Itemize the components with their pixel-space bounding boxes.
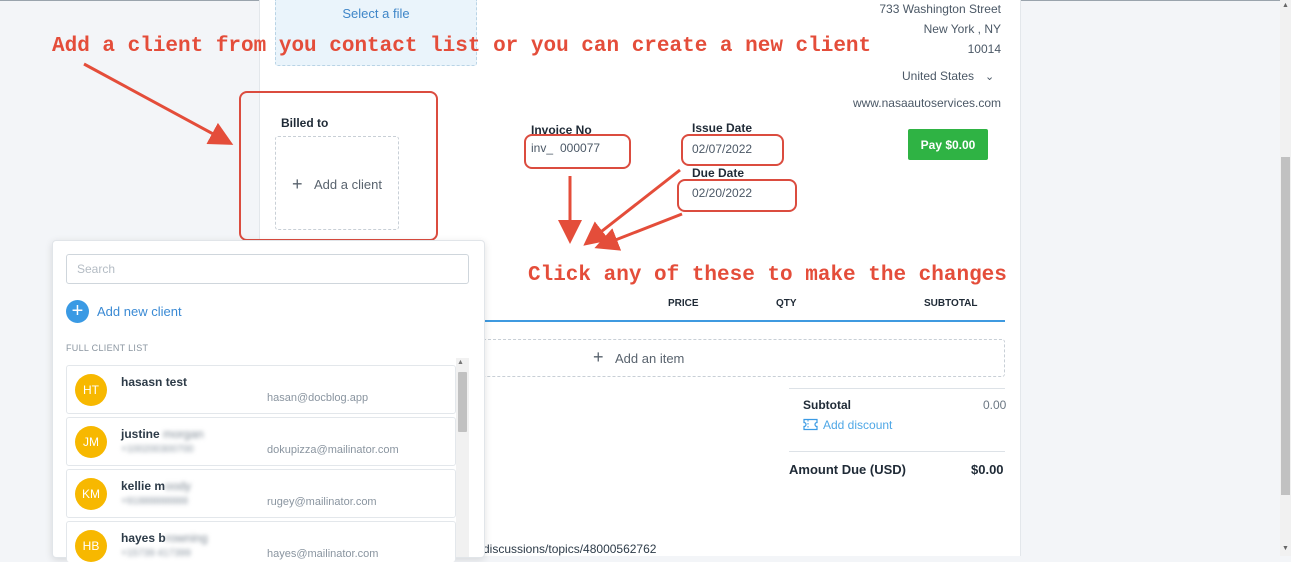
avatar: HB	[75, 530, 107, 562]
amount-due-value: $0.00	[971, 462, 1004, 477]
select-file-link[interactable]: Select a file	[276, 6, 476, 21]
client-first-name: hayes b	[121, 531, 166, 545]
add-item-button[interactable]: + Add an item	[483, 339, 1005, 377]
client-last-name: oody	[165, 479, 192, 493]
ticket-icon[interactable]	[803, 418, 818, 431]
client-search-input[interactable]	[66, 254, 469, 284]
client-phone: +15739 417399	[121, 548, 191, 559]
invoice-prefix[interactable]: inv_	[531, 141, 553, 155]
website[interactable]: www.nasaautoservices.com	[853, 96, 1001, 110]
table-header-divider	[483, 320, 1005, 322]
avatar: JM	[75, 426, 107, 458]
client-row-2[interactable]: KM kellie moody +91888888888 rugey@maili…	[66, 469, 456, 518]
add-discount-link[interactable]: Add discount	[823, 418, 892, 432]
client-last-name: morgan	[163, 427, 204, 441]
summary-divider-bottom	[789, 451, 1005, 452]
page-scroll-up-icon[interactable]: ▲	[1282, 2, 1289, 9]
page-scroll-down-icon[interactable]: ▼	[1282, 545, 1289, 552]
subtotal-label: Subtotal	[803, 398, 851, 412]
client-list-scroll-thumb[interactable]	[458, 372, 467, 432]
amount-due-label: Amount Due (USD)	[789, 462, 906, 477]
billed-to-label: Billed to	[281, 116, 329, 130]
add-client-label: Add a client	[314, 177, 382, 192]
client-name: justine morgan	[121, 427, 204, 441]
client-row-1[interactable]: JM justine morgan +100200300700 dokupizz…	[66, 417, 456, 466]
client-phone: +91888888888	[121, 496, 189, 507]
client-first-name: justine	[121, 427, 160, 441]
subtotal-value: 0.00	[983, 398, 1007, 412]
address-line1[interactable]: 733 Washington Street	[879, 2, 1001, 16]
client-name: hayes browning	[121, 531, 208, 545]
client-name: hasasn test	[121, 375, 187, 389]
country-select[interactable]: United States	[902, 69, 974, 83]
column-price: PRICE	[668, 298, 699, 309]
address-city[interactable]: New York , NY	[924, 22, 1001, 36]
footer-link[interactable]: discussions/topics/48000562762	[483, 542, 656, 556]
summary-divider-top	[789, 388, 1005, 389]
add-client-button[interactable]: + Add a client	[275, 136, 399, 230]
invoice-number-input[interactable]: 000077	[560, 141, 600, 155]
avatar: KM	[75, 478, 107, 510]
due-date-label: Due Date	[692, 166, 745, 180]
client-email: rugey@mailinator.com	[267, 496, 377, 508]
page-scroll-thumb[interactable]	[1281, 157, 1290, 495]
client-phone: +100200300700	[121, 444, 194, 455]
pay-button[interactable]: Pay $0.00	[908, 129, 988, 160]
client-first-name: hasasn test	[121, 375, 188, 389]
client-email: hasan@docblog.app	[267, 392, 369, 404]
arrow-to-billed	[83, 62, 234, 145]
client-email: dokupizza@mailinator.com	[267, 444, 399, 456]
avatar: HT	[75, 374, 107, 406]
issue-date-label: Issue Date	[692, 121, 753, 135]
issue-date-input[interactable]: 02/07/2022	[692, 142, 752, 156]
address-zip[interactable]: 10014	[968, 42, 1001, 56]
client-last-name: rowning	[165, 531, 208, 545]
client-list-header: FULL CLIENT LIST	[66, 343, 149, 353]
chevron-down-icon[interactable]: ⌄	[985, 70, 994, 83]
plus-icon: +	[593, 347, 604, 367]
client-email: hayes@mailinator.com	[267, 548, 379, 560]
annotation-add-client: Add a client from you contact list or yo…	[52, 35, 872, 58]
due-date-input[interactable]: 02/20/2022	[692, 186, 752, 200]
column-subtotal: SUBTOTAL	[924, 298, 978, 309]
annotation-click-changes: Click any of these to make the changes	[528, 264, 1007, 287]
scroll-up-arrow-icon[interactable]: ▲	[457, 359, 464, 366]
client-row-0[interactable]: HT hasasn test hasan@docblog.app	[66, 365, 456, 414]
column-qty: QTY	[776, 298, 797, 309]
client-picker-panel: + Add new client FULL CLIENT LIST HT has…	[52, 240, 485, 562]
client-first-name: kellie m	[121, 479, 166, 493]
plus-icon: +	[292, 174, 303, 194]
client-name: kellie moody	[121, 479, 191, 493]
add-item-label: Add an item	[615, 351, 685, 366]
plus-circle-icon: +	[66, 300, 89, 323]
add-new-client-label: Add new client	[97, 304, 182, 319]
